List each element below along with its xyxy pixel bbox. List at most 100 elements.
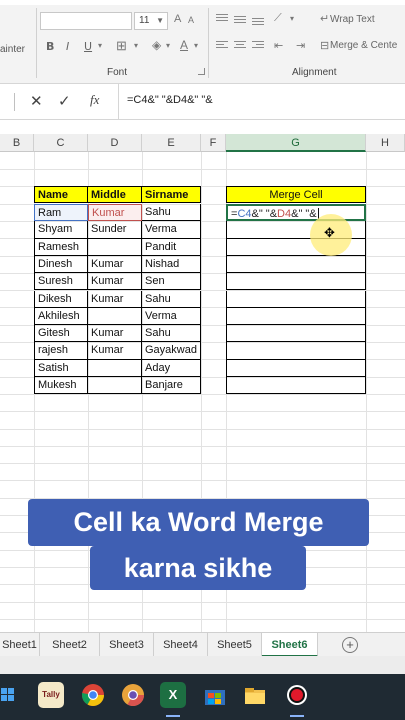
tab-sheet2[interactable]: Sheet2 (40, 633, 100, 657)
orientation-icon[interactable]: ⟋ (274, 12, 282, 25)
header-sirname[interactable]: Sirname (142, 186, 201, 203)
merge-result-cell[interactable] (226, 255, 366, 274)
table-cell-middle[interactable] (88, 238, 142, 256)
merge-result-cell[interactable] (226, 342, 366, 360)
chevron-down-icon[interactable]: ▾ (134, 41, 138, 50)
table-cell-sirname[interactable]: Sahu (142, 204, 201, 222)
column-header-b[interactable]: B (0, 134, 34, 152)
fill-color-icon[interactable]: ◈ (152, 38, 161, 52)
excel-icon[interactable]: X (160, 682, 186, 708)
table-cell-middle[interactable]: Sunder (88, 221, 142, 239)
header-middle[interactable]: Middle (88, 186, 142, 203)
column-header-f[interactable]: F (201, 134, 226, 152)
table-cell-sirname[interactable]: Verma (142, 307, 201, 326)
merge-result-cell[interactable] (226, 325, 366, 343)
tab-sheet1[interactable]: Sheet1 (0, 633, 40, 657)
table-cell-sirname[interactable]: Nishad (142, 255, 201, 274)
column-header-c[interactable]: C (34, 134, 88, 152)
merge-result-cell[interactable] (226, 307, 366, 326)
chevron-down-icon[interactable]: ▾ (290, 14, 294, 23)
merge-result-cell[interactable] (226, 377, 366, 395)
chrome-icon[interactable] (80, 682, 106, 708)
table-cell-name[interactable]: Dikesh (34, 290, 88, 308)
merge-center-button[interactable]: Merge & Cente (330, 40, 397, 51)
table-cell-sirname[interactable]: Sen (142, 273, 201, 291)
tab-sheet5[interactable]: Sheet5 (208, 633, 262, 657)
table-cell-sirname[interactable]: Aday (142, 359, 201, 377)
chevron-down-icon[interactable]: ▾ (98, 41, 102, 50)
table-cell-sirname[interactable]: Banjare (142, 377, 201, 395)
table-cell-name[interactable]: Mukesh (34, 377, 88, 395)
font-name-box[interactable] (40, 12, 132, 30)
font-size-box[interactable]: 11 ▼ (134, 12, 168, 30)
chevron-down-icon[interactable]: ▾ (194, 41, 198, 50)
wrap-text-icon[interactable]: ↵ (320, 12, 329, 25)
increase-font-icon[interactable]: A (174, 13, 181, 25)
wrap-text-button[interactable]: Wrap Text (330, 14, 375, 25)
table-cell-sirname[interactable]: Sahu (142, 325, 201, 343)
table-cell-middle[interactable]: Kumar (88, 255, 142, 274)
merge-center-icon[interactable]: ⊟ (320, 39, 329, 52)
table-cell-name[interactable]: Ramesh (34, 238, 88, 256)
merge-result-cell[interactable] (226, 359, 366, 377)
table-cell-sirname[interactable]: Verma (142, 221, 201, 239)
table-cell-middle[interactable]: Kumar (88, 325, 142, 343)
decrease-font-icon[interactable]: A (188, 15, 194, 25)
windows-store-icon[interactable] (202, 682, 228, 708)
formula-input[interactable]: =C4&" "&D4&" "& (118, 84, 405, 120)
bold-button[interactable]: B (46, 40, 54, 53)
table-cell-middle[interactable]: Kumar (88, 273, 142, 291)
table-cell-name[interactable]: Satish (34, 359, 88, 377)
table-cell-name[interactable]: Akhilesh (34, 307, 88, 326)
underline-button[interactable]: U (84, 40, 92, 53)
table-cell-middle[interactable]: Kumar (88, 342, 142, 360)
tab-sheet3[interactable]: Sheet3 (100, 633, 154, 657)
merge-result-cell[interactable] (226, 290, 366, 308)
chevron-down-icon[interactable]: ▼ (156, 16, 164, 25)
increase-indent-icon[interactable]: ⇥ (296, 39, 305, 52)
table-cell-sirname[interactable]: Gayakwad (142, 342, 201, 360)
borders-icon[interactable]: ⊞ (116, 38, 127, 54)
align-center-icon[interactable] (234, 41, 246, 51)
tab-sheet6[interactable]: Sheet6 (262, 633, 318, 657)
tally-icon[interactable]: Tally (38, 682, 64, 708)
table-cell-middle[interactable]: Kumar (88, 204, 142, 222)
top-align-icon[interactable] (216, 14, 228, 24)
column-header-h[interactable]: H (366, 134, 405, 152)
align-right-icon[interactable] (252, 41, 264, 51)
italic-button[interactable]: I (66, 40, 69, 53)
tab-sheet4[interactable]: Sheet4 (154, 633, 208, 657)
column-header-d[interactable]: D (88, 134, 142, 152)
table-cell-name[interactable]: Dinesh (34, 255, 88, 274)
cancel-icon[interactable]: ✕ (30, 92, 43, 110)
chrome-canary-icon[interactable] (120, 682, 146, 708)
insert-function-icon[interactable]: fx (90, 92, 99, 108)
table-cell-sirname[interactable]: Pandit (142, 238, 201, 256)
chevron-down-icon[interactable]: ▾ (166, 41, 170, 50)
table-cell-sirname[interactable]: Sahu (142, 290, 201, 308)
table-cell-name[interactable]: Shyam (34, 221, 88, 239)
table-cell-name[interactable]: Suresh (34, 273, 88, 291)
enter-icon[interactable]: ✓ (58, 92, 71, 110)
table-cell-middle[interactable] (88, 377, 142, 395)
middle-align-icon[interactable] (234, 16, 246, 26)
screen-recorder-icon[interactable] (284, 682, 310, 708)
column-header-e[interactable]: E (142, 134, 201, 152)
merge-result-cell[interactable] (226, 273, 366, 291)
bottom-align-icon[interactable] (252, 18, 264, 28)
header-name[interactable]: Name (34, 186, 88, 203)
start-icon[interactable] (0, 682, 16, 708)
add-sheet-icon[interactable]: + (342, 637, 358, 653)
font-color-icon[interactable]: A (180, 38, 188, 52)
table-cell-middle[interactable] (88, 359, 142, 377)
align-left-icon[interactable] (216, 41, 228, 51)
table-cell-name[interactable]: Gitesh (34, 325, 88, 343)
decrease-indent-icon[interactable]: ⇤ (274, 39, 283, 52)
table-cell-middle[interactable] (88, 307, 142, 326)
file-explorer-icon[interactable] (242, 682, 268, 708)
merge-cell-header[interactable]: Merge Cell (226, 186, 366, 203)
format-painter-label[interactable]: ainter (0, 44, 25, 55)
table-cell-middle[interactable]: Kumar (88, 290, 142, 308)
table-cell-name[interactable]: rajesh (34, 342, 88, 360)
column-header-g[interactable]: G (226, 134, 366, 152)
